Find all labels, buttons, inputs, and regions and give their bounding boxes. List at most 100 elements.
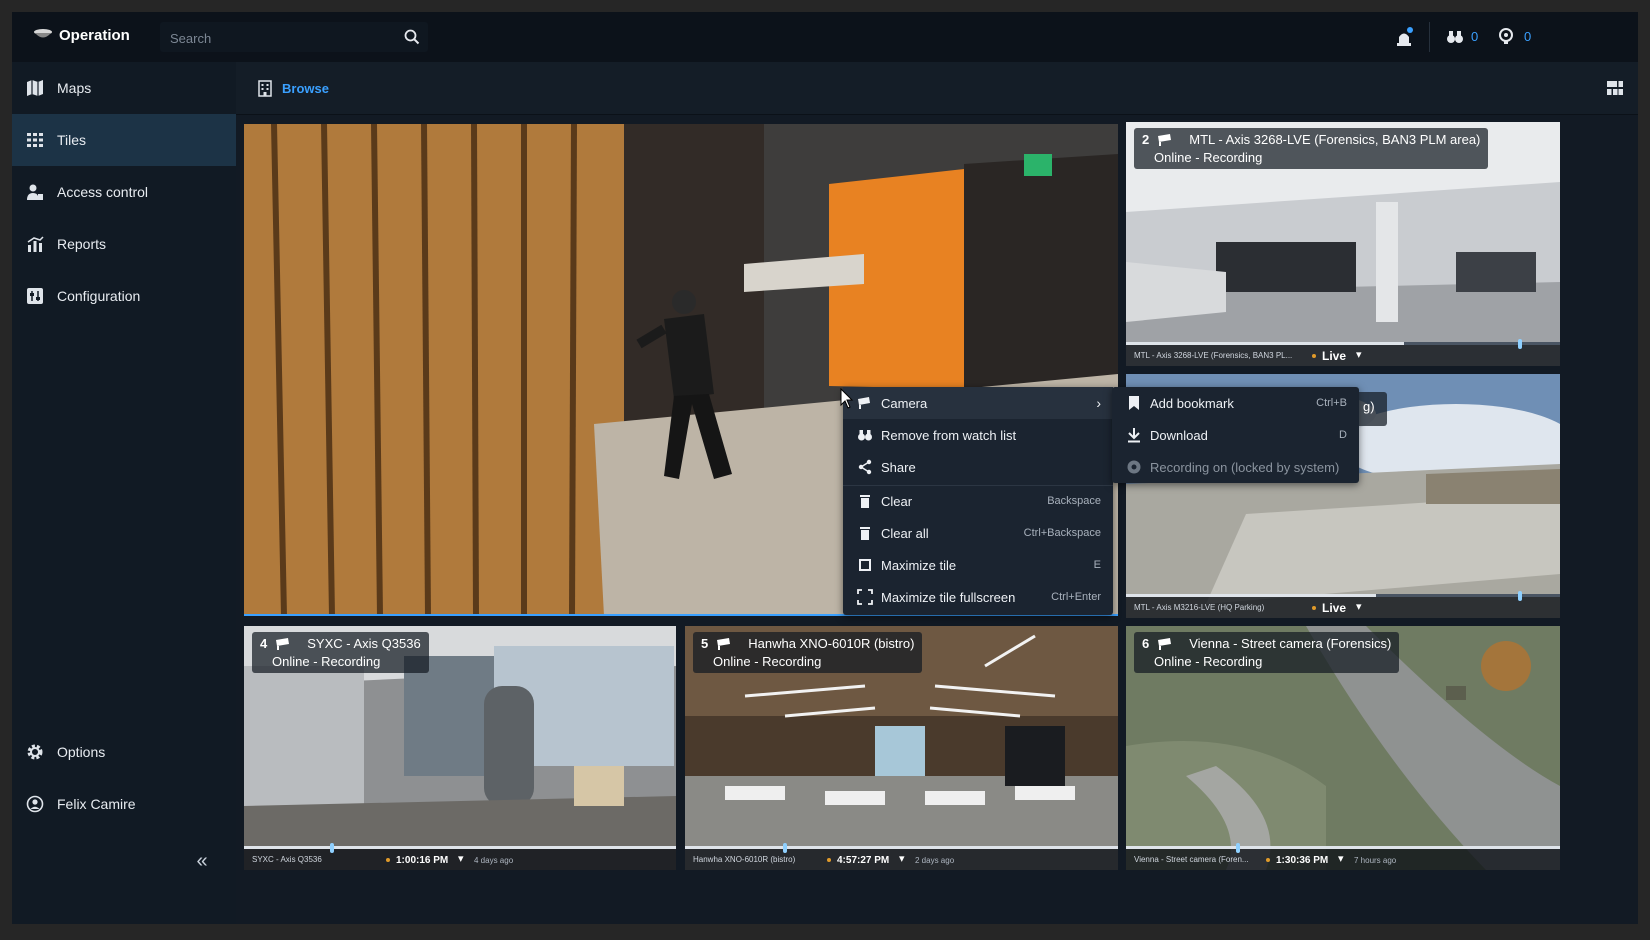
tiles-icon (27, 133, 43, 147)
tile-timeline[interactable]: MTL - Axis M3216-LVE (HQ Parking) Live ▾ (1126, 591, 1560, 618)
chevron-down-icon[interactable]: ▾ (899, 852, 905, 865)
search-box[interactable] (160, 22, 428, 52)
menu-item-shortcut: E (1093, 559, 1101, 571)
sidebar-item-label: Reports (57, 236, 107, 252)
tile-context-menu: Camera › Remove from watch list Share Cl… (843, 387, 1113, 615)
timeline-future-track (1376, 594, 1560, 597)
tile-timeline[interactable]: MTL - Axis 3268-LVE (Forensics, BAN3 PL.… (1126, 339, 1560, 366)
sidebar-item-reports[interactable]: Reports (12, 218, 236, 270)
sidebar-item-options[interactable]: Options (12, 726, 236, 778)
timeline-recorded-track (1126, 846, 1560, 849)
timeline-scrubber[interactable] (1236, 843, 1240, 853)
menu-item-remove-watch[interactable]: Remove from watch list (843, 419, 1113, 451)
video-tile-2[interactable]: 2 MTL - Axis 3268-LVE (Forensics, BAN3 P… (1126, 122, 1560, 366)
building-icon (258, 80, 272, 97)
tile-number: 5 (701, 636, 709, 651)
menu-item-label: Maximize tile (881, 557, 957, 573)
bookmark-icon (1129, 396, 1139, 410)
chevron-down-icon[interactable]: ▾ (1356, 600, 1362, 613)
sidebar-item-label: Access control (57, 184, 149, 200)
mouse-cursor-icon (840, 388, 854, 409)
timeline-camera-name: SYXC - Axis Q3536 (252, 855, 322, 864)
recording-dot (386, 858, 390, 862)
sidebar-item-user[interactable]: Felix Camire (12, 778, 236, 830)
menu-item-shortcut: Backspace (1047, 495, 1101, 507)
timeline-time: 4:57:27 PM (837, 855, 890, 866)
recording-dot (1312, 606, 1316, 610)
browse-breadcrumb[interactable]: Browse (282, 81, 329, 96)
menu-item-camera[interactable]: Camera › (843, 387, 1113, 419)
configuration-icon (27, 288, 43, 304)
tile-label: 2 MTL - Axis 3268-LVE (Forensics, BAN3 P… (1134, 128, 1489, 169)
chevron-down-icon[interactable]: ▾ (1338, 852, 1344, 865)
menu-item-maximize-tile[interactable]: Maximize tile E (843, 549, 1113, 581)
reports-icon (27, 236, 44, 252)
timeline-recorded-track (1126, 594, 1376, 597)
timeline-camera-name: Hanwha XNO-6010R (bistro) (693, 855, 796, 864)
tile-status: Online - Recording (713, 654, 822, 669)
timeline-scrubber[interactable] (1518, 591, 1522, 601)
alarm-icon[interactable] (1394, 26, 1414, 48)
share-icon (858, 459, 872, 475)
timeline-ago: 7 hours ago (1354, 856, 1397, 865)
tile-camera-name: Vienna - Street camera (Forensics) (1189, 636, 1392, 651)
video-tile-5[interactable]: 5 Hanwha XNO-6010R (bistro) Online - Rec… (685, 626, 1118, 870)
timeline-recorded-track (1126, 342, 1404, 345)
sidebar-item-tiles[interactable]: Tiles (12, 114, 236, 166)
chevron-down-icon[interactable]: ▾ (458, 852, 464, 865)
live-label[interactable]: Live (1322, 601, 1346, 615)
menu-item-label: Maximize tile fullscreen (881, 589, 1016, 605)
tile-timeline[interactable]: Hanwha XNO-6010R (bistro) 4:57:27 PM ▾ 2… (685, 843, 1118, 870)
tile-timeline[interactable]: Vienna - Street camera (Foren... 1:30:36… (1126, 843, 1560, 870)
layout-icon[interactable] (1606, 80, 1624, 96)
tile-timeline[interactable]: SYXC - Axis Q3536 1:00:16 PM ▾ 4 days ag… (244, 843, 676, 870)
live-label[interactable]: Live (1322, 349, 1346, 363)
trash-icon (860, 527, 870, 540)
menu-item-label: Download (1150, 427, 1208, 443)
menu-item-label: Share (881, 459, 916, 475)
menu-item-label: Add bookmark (1150, 395, 1234, 411)
recording-dot (827, 858, 831, 862)
top-bar: Operation 0 0 (12, 12, 1638, 62)
menu-item-share[interactable]: Share (843, 451, 1113, 483)
user-icon (26, 795, 44, 813)
tile-label: 4 SYXC - Axis Q3536 Online - Recording (252, 632, 429, 673)
download-icon (1128, 428, 1140, 443)
app-logo-icon (34, 29, 52, 38)
menu-item-maximize-fullscreen[interactable]: Maximize tile fullscreen Ctrl+Enter (843, 581, 1113, 613)
menu-item-shortcut: Ctrl+B (1316, 397, 1347, 409)
menu-item-clear[interactable]: Clear Backspace (843, 485, 1113, 517)
tile-camera-name: MTL - Axis 3268-LVE (Forensics, BAN3 PLM… (1189, 132, 1481, 147)
camera-status-icon[interactable] (1498, 27, 1516, 45)
search-icon[interactable] (404, 29, 420, 45)
video-tile-4[interactable]: 4 SYXC - Axis Q3536 Online - Recording S… (244, 626, 676, 870)
search-input[interactable] (168, 27, 392, 49)
timeline-ago: 4 days ago (474, 856, 514, 865)
sidebar-item-label: Tiles (57, 132, 87, 148)
tile-status: Online - Recording (1154, 150, 1263, 165)
sidebar-item-label: Felix Camire (57, 796, 136, 812)
timeline-scrubber[interactable] (330, 843, 334, 853)
camera-count: 0 (1524, 29, 1532, 44)
binoculars-icon[interactable] (1446, 28, 1464, 46)
menu-item-download[interactable]: Download D (1112, 419, 1359, 451)
timeline-future-track (1404, 342, 1560, 345)
menu-item-shortcut: Ctrl+Enter (1051, 591, 1101, 603)
sidebar-item-label: Maps (57, 80, 92, 96)
sidebar-item-access-control[interactable]: Access control (12, 166, 236, 218)
sidebar-item-configuration[interactable]: Configuration (12, 270, 236, 322)
timeline-time: 1:30:36 PM (1276, 855, 1329, 866)
menu-item-add-bookmark[interactable]: Add bookmark Ctrl+B (1112, 387, 1359, 419)
timeline-scrubber[interactable] (783, 843, 787, 853)
timeline-scrubber[interactable] (1518, 339, 1522, 349)
sidebar-item-maps[interactable]: Maps (12, 62, 236, 114)
menu-item-clear-all[interactable]: Clear all Ctrl+Backspace (843, 517, 1113, 549)
menu-item-label: Camera (881, 395, 928, 411)
content-header: Browse (236, 62, 1638, 115)
video-tile-6[interactable]: 6 Vienna - Street camera (Forensics) Onl… (1126, 626, 1560, 870)
tile-number: 4 (260, 636, 268, 651)
collapse-sidebar-button[interactable]: « (192, 851, 212, 872)
tile-number: 6 (1142, 636, 1150, 651)
timeline-time: 1:00:16 PM (396, 855, 449, 866)
chevron-down-icon[interactable]: ▾ (1356, 348, 1362, 361)
